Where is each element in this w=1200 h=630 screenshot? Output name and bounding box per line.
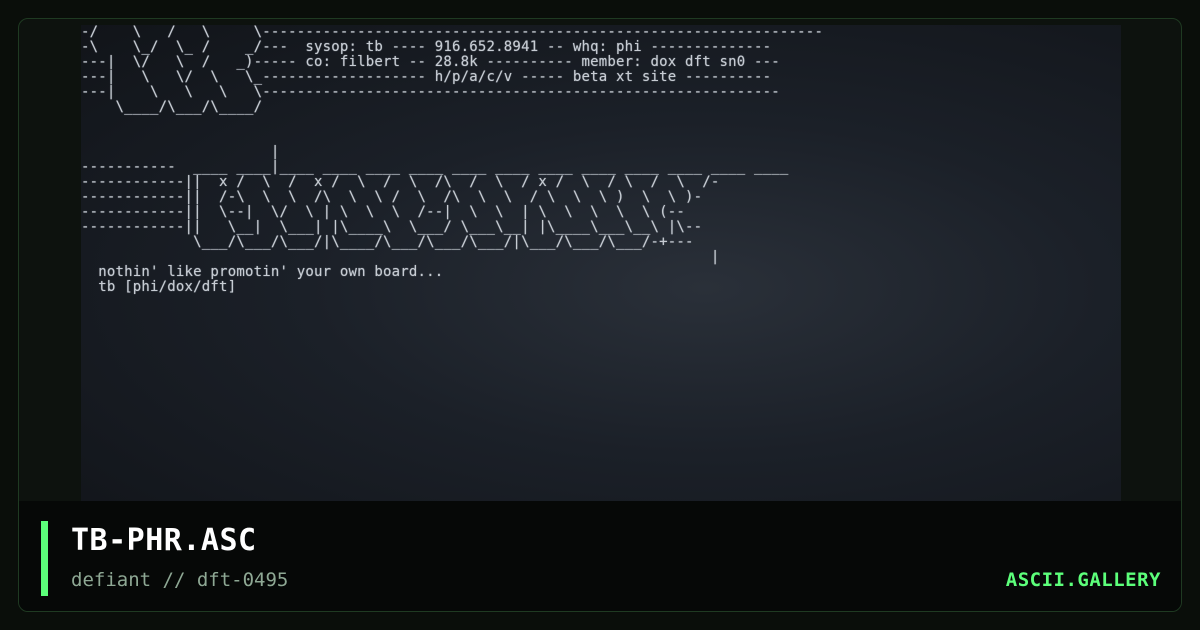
ascii-art-text: -/ \ / \ \------------------------------…	[81, 25, 823, 295]
artwork-title: TB-PHR.ASC	[71, 523, 257, 558]
ascii-art-line: \___/\___/\___/|\____/\___/\___/\___/|\_…	[81, 234, 694, 250]
ascii-art-line: ---| \ \/ \ \_------------------- h/p/a/…	[81, 69, 772, 85]
accent-bar	[41, 521, 48, 596]
ascii-art-preview: -/ \ / \ \------------------------------…	[81, 25, 1121, 503]
ascii-art-line: ------------|| \__| \___| |\____\ \___/ …	[81, 219, 703, 235]
ascii-art-line: ------------|| x / \ / x / \ / \ /\ / \ …	[81, 174, 720, 190]
card-frame: -/ \ / \ \------------------------------…	[18, 18, 1182, 612]
ascii-art-line: |	[81, 249, 720, 265]
ascii-art-line: tb [phi/dox/dft]	[81, 279, 237, 295]
ascii-art-line: ------------|| \--| \/ \ | \ \ \ /--| \ …	[81, 204, 686, 220]
site-brand[interactable]: ASCII.GALLERY	[1006, 569, 1161, 591]
ascii-art-line: -\ \_/ \_ / _/--- sysop: tb ---- 916.652…	[81, 39, 772, 55]
ascii-art-line: ----------- ____ ____|____ ____ ____ ___…	[81, 159, 789, 175]
ascii-art-line: ---| \ \ \ \----------------------------…	[81, 84, 780, 100]
caption-bar: TB-PHR.ASC defiant // dft-0495 ASCII.GAL…	[19, 501, 1181, 611]
artwork-subtitle: defiant // dft-0495	[71, 569, 289, 591]
ascii-art-line: nothin' like promotin' your own board...	[81, 264, 444, 280]
ascii-art-line: |	[81, 144, 280, 160]
ascii-art-line: ---| \/ \ / _)----- co: filbert -- 28.8k…	[81, 54, 780, 70]
ascii-art-line: \____/\___/\____/	[81, 99, 263, 115]
ascii-art-line: -/ \ / \ \------------------------------…	[81, 25, 824, 40]
ascii-art-line: ------------|| /-\ \ \ /\ \ \ / \ /\ \ \…	[81, 189, 703, 205]
